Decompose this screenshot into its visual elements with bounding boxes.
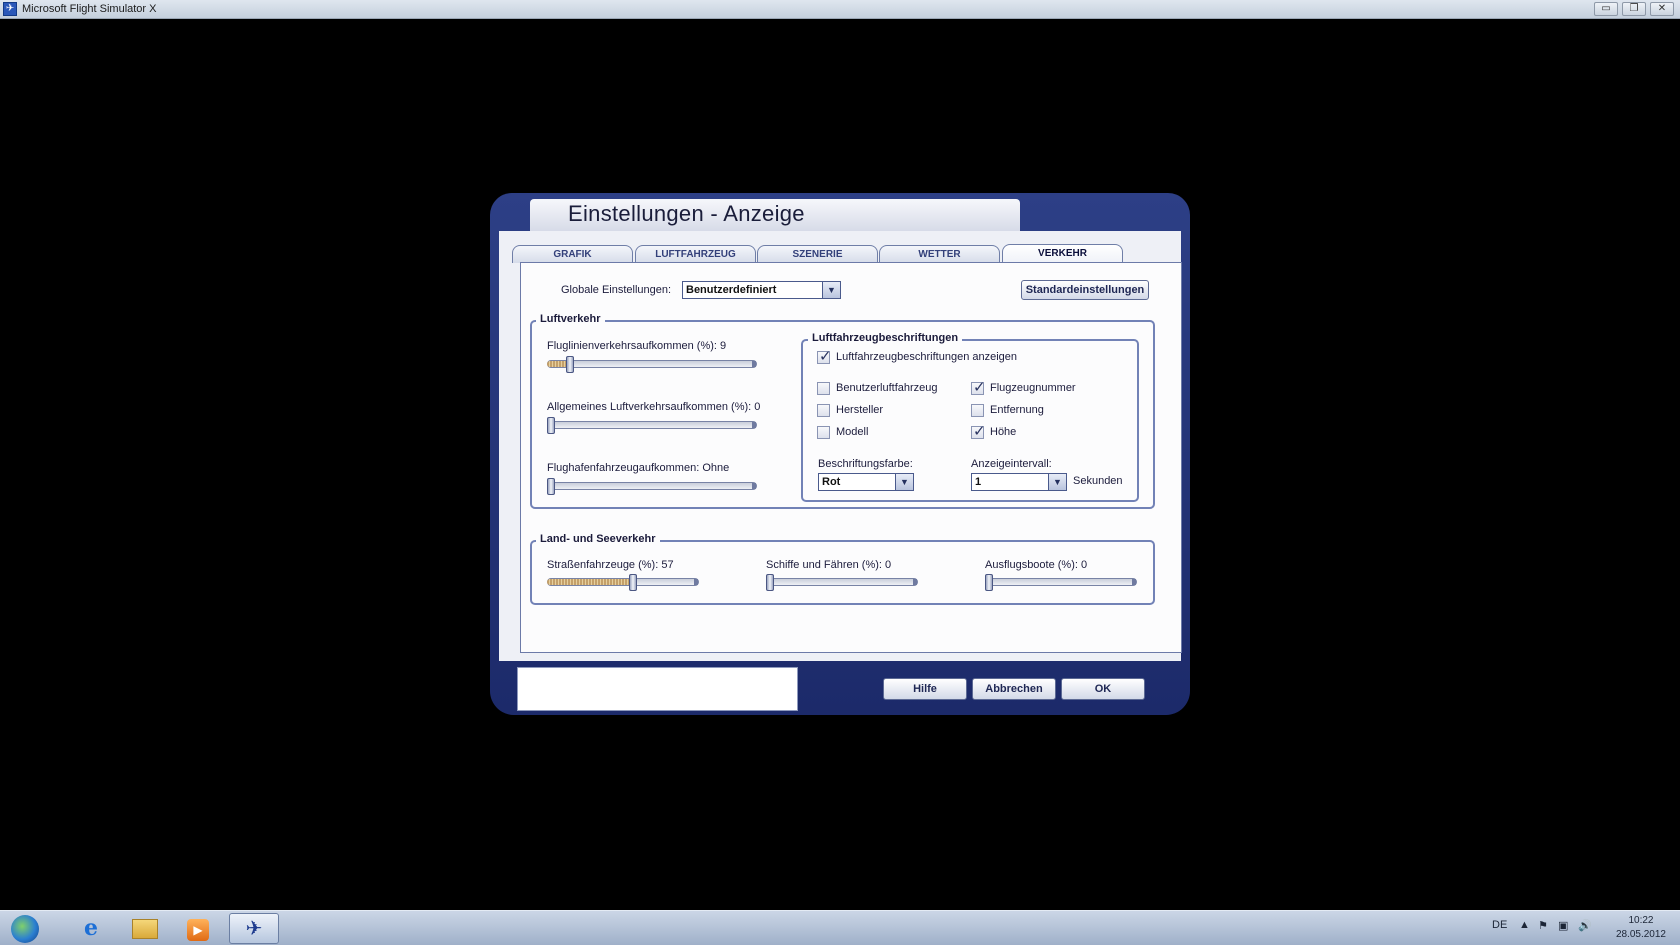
interval-select[interactable]: 1 ▼ [971, 473, 1067, 491]
cancel-button[interactable]: Abbrechen [972, 678, 1056, 700]
tab-szenerie[interactable]: SZENERIE [757, 245, 878, 263]
pleasure-boats-slider[interactable] [985, 574, 1137, 591]
windows-logo-icon [11, 915, 39, 943]
ships-slider[interactable] [766, 574, 918, 591]
network-icon[interactable]: ▣ [1558, 919, 1568, 932]
ships-label: Schiffe und Fähren (%): 0 [766, 559, 892, 571]
action-center-flag-icon[interactable]: ⚑ [1538, 919, 1548, 932]
tab-wetter[interactable]: WETTER [879, 245, 1000, 263]
clock-time: 10:22 [1628, 915, 1654, 926]
general-aviation-slider[interactable] [547, 417, 757, 434]
show-hidden-icons-icon[interactable]: ▲ [1519, 919, 1530, 931]
manufacturer-label: Hersteller [836, 404, 884, 416]
explorer-folder-icon[interactable] [120, 913, 170, 944]
model-checkbox[interactable] [817, 426, 830, 439]
distance-label: Entfernung [990, 404, 1044, 416]
system-clock[interactable]: 10:22 28.05.2012 [1616, 914, 1666, 942]
ok-button[interactable]: OK [1061, 678, 1145, 700]
flight-number-label: Flugzeugnummer [990, 382, 1076, 394]
internet-explorer-icon[interactable]: e [66, 913, 116, 944]
land-sea-title: Land- und Seeverkehr [536, 533, 660, 545]
language-indicator[interactable]: DE [1492, 919, 1507, 931]
start-button[interactable] [0, 913, 50, 944]
global-settings-select[interactable]: Benutzerdefiniert ▼ [682, 281, 841, 299]
road-vehicles-label: Straßenfahrzeuge (%): 57 [547, 559, 674, 571]
land-sea-group [530, 540, 1155, 605]
user-aircraft-checkbox[interactable] [817, 382, 830, 395]
interval-label: Anzeigeintervall: [971, 458, 1052, 470]
slider-thumb[interactable] [547, 417, 555, 434]
label-color-label: Beschriftungsfarbe: [818, 458, 913, 470]
aircraft-labels-title: Luftfahrzeugbeschriftungen [808, 332, 963, 344]
window-titlebar: ✈ Microsoft Flight Simulator X ▭ ❐ ✕ [0, 0, 1680, 19]
interval-value: 1 [975, 476, 982, 488]
label-color-select[interactable]: Rot ▼ [818, 473, 914, 491]
general-aviation-label: Allgemeines Luftverkehrsaufkommen (%): 0 [547, 401, 761, 413]
airline-traffic-slider[interactable] [547, 356, 757, 373]
road-vehicles-slider[interactable] [547, 574, 699, 591]
window-title: Microsoft Flight Simulator X [22, 3, 157, 15]
tab-luftfahrzeug[interactable]: LUFTFAHRZEUG [635, 245, 756, 263]
flight-simulator-taskbar-icon[interactable]: ✈ [229, 913, 279, 944]
flight-number-checkbox[interactable]: ✓ [971, 379, 986, 396]
interval-unit: Sekunden [1073, 475, 1123, 487]
slider-thumb[interactable] [985, 574, 993, 591]
volume-icon[interactable]: 🔊 [1578, 919, 1592, 932]
global-settings-value: Benutzerdefiniert [686, 284, 777, 296]
tab-verkehr[interactable]: VERKEHR [1002, 244, 1123, 264]
tab-grafik[interactable]: GRAFIK [512, 245, 633, 263]
taskbar: e ▶ ✈ DE ▲ ⚑ ▣ 🔊 10:22 28.05.2012 [0, 910, 1680, 945]
chevron-down-icon: ▼ [822, 282, 840, 298]
slider-thumb[interactable] [766, 574, 774, 591]
defaults-button[interactable]: Standardeinstellungen [1021, 280, 1149, 300]
label-color-value: Rot [822, 476, 841, 488]
manufacturer-checkbox[interactable] [817, 404, 830, 417]
show-labels-checkbox[interactable]: ✓ [817, 348, 832, 365]
info-panel [517, 667, 798, 711]
clock-date: 28.05.2012 [1615, 929, 1666, 940]
chevron-down-icon: ▼ [1048, 474, 1066, 490]
slider-thumb[interactable] [566, 356, 574, 373]
media-player-icon[interactable]: ▶ [173, 913, 223, 944]
minimize-button[interactable]: ▭ [1594, 2, 1618, 16]
close-button[interactable]: ✕ [1650, 2, 1674, 16]
restore-button[interactable]: ❐ [1622, 2, 1646, 16]
air-traffic-title: Luftverkehr [536, 313, 605, 325]
user-aircraft-label: Benutzerluftfahrzeug [836, 382, 938, 394]
plane-icon: ✈ [3, 2, 17, 16]
settings-dialog: Einstellungen - Anzeige GRAFIK LUFTFAHRZ… [490, 193, 1190, 715]
chevron-down-icon: ▼ [895, 474, 913, 490]
dialog-title: Einstellungen - Anzeige [568, 201, 805, 226]
altitude-label: Höhe [990, 426, 1017, 438]
global-settings-label: Globale Einstellungen: [561, 284, 672, 296]
altitude-checkbox[interactable]: ✓ [971, 423, 986, 440]
airline-traffic-label: Fluglinienverkehrsaufkommen (%): 9 [547, 340, 727, 352]
slider-thumb[interactable] [547, 478, 555, 495]
help-button[interactable]: Hilfe [883, 678, 967, 700]
slider-thumb[interactable] [629, 574, 637, 591]
distance-checkbox[interactable] [971, 404, 984, 417]
airport-vehicles-label: Flughafenfahrzeugaufkommen: Ohne [547, 462, 730, 474]
show-labels-label: Luftfahrzeugbeschriftungen anzeigen [836, 351, 1018, 363]
airport-vehicles-slider[interactable] [547, 478, 757, 495]
model-label: Modell [836, 426, 869, 438]
pleasure-boats-label: Ausflugsboote (%): 0 [985, 559, 1088, 571]
